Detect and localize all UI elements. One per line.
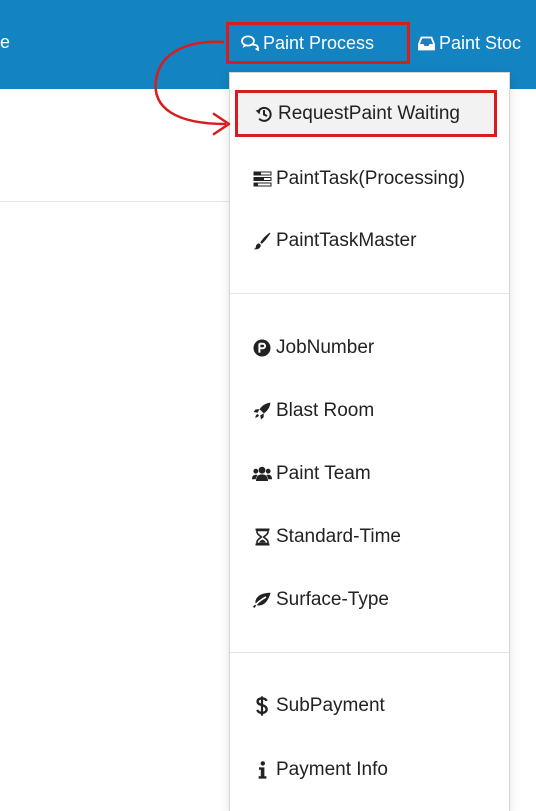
- history-icon: [254, 105, 274, 123]
- menu-item-label: Standard-Time: [276, 526, 401, 547]
- inbox-icon: [418, 36, 435, 51]
- menu-item-jobnumber[interactable]: JobNumber: [230, 326, 509, 370]
- info-icon: [252, 761, 272, 779]
- nav-paint-process[interactable]: Paint Process: [226, 22, 410, 64]
- menu-item-label: Payment Info: [276, 759, 388, 780]
- menu-item-painttask-processing[interactable]: PaintTask(Processing): [230, 157, 509, 201]
- menu-item-subpayment[interactable]: SubPayment: [230, 684, 509, 728]
- menu-divider: [230, 652, 509, 653]
- menu-item-label: Paint Team: [276, 463, 371, 484]
- paint-process-dropdown: RequestPaint Waiting PaintTask(Processin…: [229, 72, 510, 811]
- paint-brush-icon: [252, 232, 272, 250]
- dollar-icon: [252, 696, 272, 716]
- menu-item-blast-room[interactable]: Blast Room: [230, 389, 509, 433]
- menu-item-requestpaint-waiting[interactable]: RequestPaint Waiting: [235, 90, 497, 137]
- menu-item-payment-info[interactable]: Payment Info: [230, 748, 509, 792]
- nav-item-clipped[interactable]: e: [0, 32, 10, 53]
- nav-paint-stock[interactable]: Paint Stoc: [418, 22, 521, 64]
- nav-paint-process-label: Paint Process: [263, 32, 375, 53]
- menu-item-paint-team[interactable]: Paint Team: [230, 452, 509, 496]
- menu-item-painttaskmaster[interactable]: PaintTaskMaster: [230, 219, 509, 263]
- leaf-icon: [252, 592, 272, 608]
- menu-item-label: Surface-Type: [276, 589, 389, 610]
- menu-item-label: RequestPaint Waiting: [278, 102, 461, 124]
- nav-paint-stock-label: Paint Stoc: [439, 32, 522, 53]
- menu-item-label: PaintTask(Processing): [276, 168, 466, 189]
- menu-item-label: SubPayment: [276, 695, 385, 716]
- tasks-icon: [252, 171, 272, 187]
- content-divider: [0, 201, 230, 202]
- menu-item-label: PaintTaskMaster: [276, 230, 417, 251]
- product-hunt-icon: [252, 339, 272, 357]
- menu-divider: [230, 293, 509, 294]
- rocket-icon: [252, 402, 272, 420]
- menu-item-standard-time[interactable]: Standard-Time: [230, 515, 509, 559]
- users-icon: [252, 466, 272, 482]
- menu-item-surface-type[interactable]: Surface-Type: [230, 578, 509, 622]
- comments-icon: [241, 35, 259, 51]
- menu-item-label: JobNumber: [276, 337, 375, 358]
- menu-item-label: Blast Room: [276, 400, 375, 421]
- hourglass-icon: [252, 528, 272, 546]
